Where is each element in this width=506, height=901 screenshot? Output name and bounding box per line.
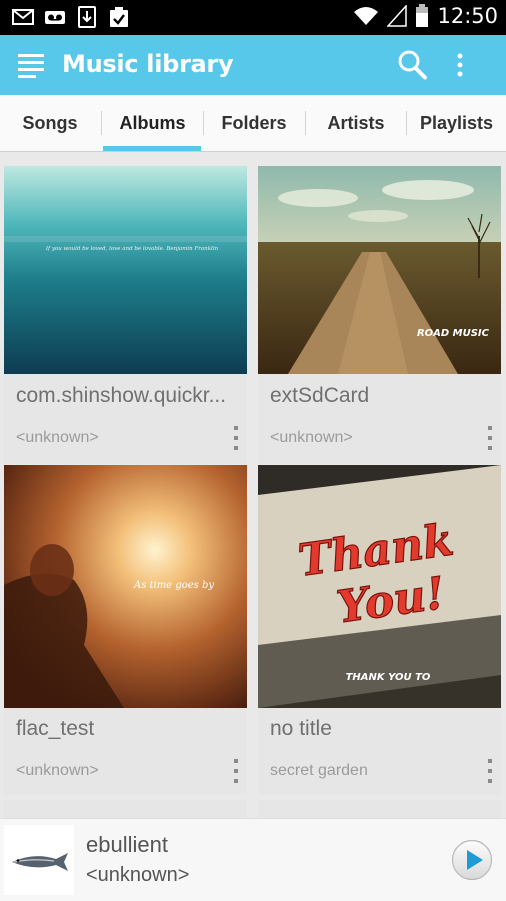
wifi-icon: [354, 7, 379, 25]
album-art-caption: If you would be loved, love and be lovab…: [45, 246, 219, 252]
album-card[interactable]: As time goes by flac_test <unknown>: [4, 465, 247, 795]
tab-playlists[interactable]: Playlists: [407, 95, 506, 151]
voicemail-icon: [45, 11, 65, 24]
active-tab-indicator: [103, 146, 201, 151]
album-art[interactable]: If you would be loved, love and be lovab…: [4, 166, 247, 374]
album-art[interactable]: As time goes by: [4, 465, 247, 708]
album-art-caption: As time goes by: [133, 580, 214, 591]
overflow-menu-icon[interactable]: [483, 424, 497, 454]
clipboard-check-icon: [110, 7, 128, 27]
battery-icon: [416, 4, 429, 27]
notification-icons: [12, 6, 130, 28]
tab-songs[interactable]: Songs: [0, 95, 100, 151]
signal-icon: [387, 5, 408, 27]
clock: 12:50: [437, 4, 498, 28]
album-artist: secret garden: [270, 762, 368, 779]
album-title: extSdCard: [270, 384, 370, 407]
album-art[interactable]: ROAD MUSIC: [258, 166, 501, 374]
page-title: Music library: [62, 50, 234, 78]
menu-icon[interactable]: [16, 49, 46, 81]
gmail-icon: [12, 9, 34, 25]
album-grid[interactable]: If you would be loved, love and be lovab…: [0, 152, 506, 818]
download-icon: [78, 6, 96, 28]
play-icon[interactable]: [451, 839, 493, 881]
album-card[interactable]: ROAD MUSIC extSdCard <unknown>: [258, 166, 501, 464]
fish-album-art[interactable]: [4, 825, 74, 895]
search-icon[interactable]: [396, 49, 428, 81]
album-card[interactable]: Thank You! THANK YOU TO no title secret …: [258, 465, 501, 795]
system-status: 12:50: [353, 4, 498, 28]
overflow-menu-icon[interactable]: [229, 424, 243, 454]
overflow-menu-icon[interactable]: [229, 757, 243, 787]
album-artist: <unknown>: [16, 429, 99, 446]
album-card[interactable]: If you would be loved, love and be lovab…: [4, 166, 247, 464]
album-title: no title: [270, 717, 332, 740]
app-bar: Music library: [0, 35, 506, 95]
album-art-caption: THANK YOU TO: [346, 672, 431, 683]
album-art[interactable]: Thank You! THANK YOU TO: [258, 465, 501, 708]
now-playing-title: ebullient: [86, 832, 168, 857]
album-art-caption: ROAD MUSIC: [417, 328, 490, 339]
album-artist: <unknown>: [270, 429, 353, 446]
album-title: com.shinshow.quickr...: [16, 384, 227, 407]
album-title: flac_test: [16, 717, 95, 740]
tab-bar: Songs Albums Folders Artists Playlists: [0, 95, 506, 152]
more-vert-icon[interactable]: [448, 49, 472, 81]
tab-artists[interactable]: Artists: [306, 95, 406, 151]
album-card[interactable]: [4, 800, 247, 818]
now-playing-artist: <unknown>: [86, 864, 190, 886]
status-bar: 12:50: [0, 0, 506, 35]
album-artist: <unknown>: [16, 762, 99, 779]
overflow-menu-icon[interactable]: [483, 757, 497, 787]
tab-albums[interactable]: Albums: [102, 95, 203, 151]
now-playing-bar[interactable]: ebullient <unknown>: [0, 818, 506, 901]
tab-folders[interactable]: Folders: [204, 95, 304, 151]
album-card[interactable]: [258, 800, 501, 818]
